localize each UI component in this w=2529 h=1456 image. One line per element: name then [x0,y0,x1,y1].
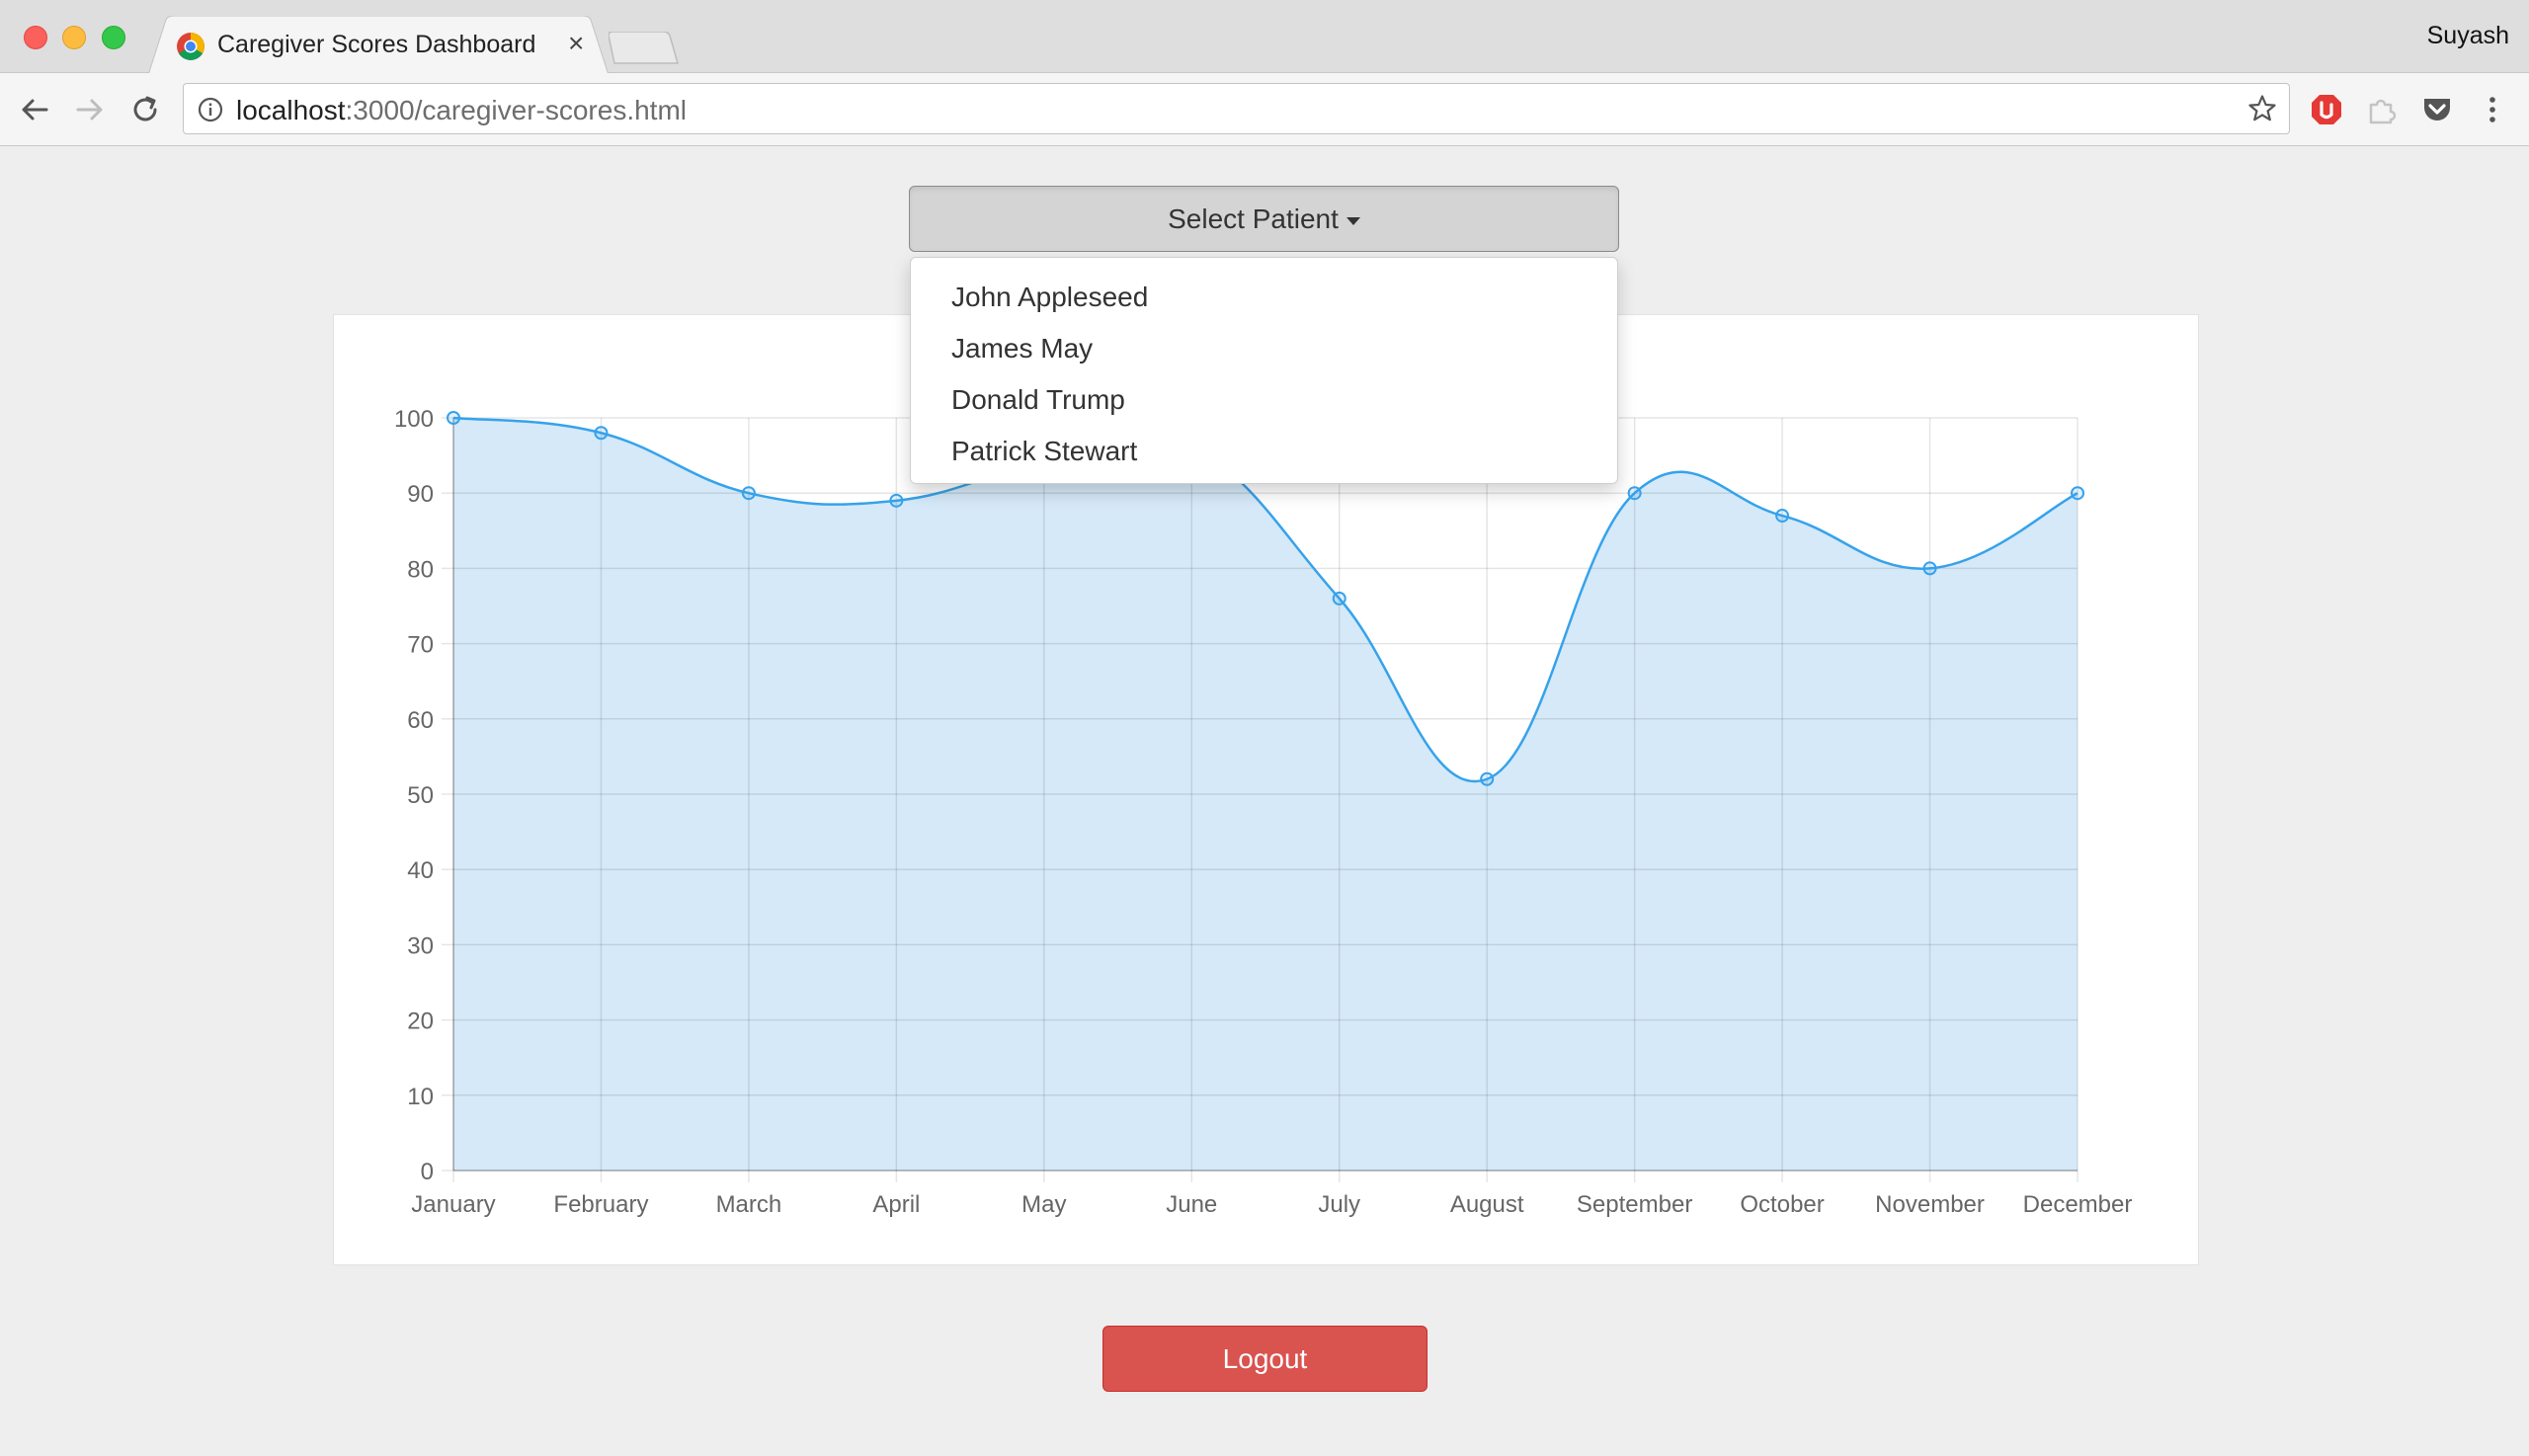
select-patient-label: Select Patient [1168,202,1339,234]
info-icon[interactable] [198,97,223,127]
x-tick-label: November [1875,1191,1985,1218]
x-tick-label: April [872,1191,920,1218]
patient-option-john-appleseed[interactable]: John Appleseed [911,272,1617,323]
patient-dropdown-menu: John Appleseed James May Donald Trump Pa… [910,257,1618,484]
y-tick-label: 50 [407,782,434,809]
data-point [447,411,460,425]
bookmark-star-icon[interactable] [2247,94,2277,128]
browser-titlebar: Caregiver Scores Dashboard × Suyash [0,0,2529,75]
y-tick-label: 90 [407,481,434,508]
data-point [1922,561,1937,576]
profile-name[interactable]: Suyash [2427,22,2509,50]
reload-icon[interactable] [126,91,164,128]
adblock-extension-icon[interactable] [2308,91,2345,128]
chrome-favicon-icon [176,32,205,61]
data-point [1332,591,1346,606]
y-tick-label: 100 [394,406,434,433]
forward-arrow-icon[interactable] [71,91,109,128]
pocket-extension-icon[interactable] [2418,91,2456,128]
data-point [889,493,904,508]
url-host: localhost [236,95,346,125]
puzzle-extension-icon[interactable] [2363,91,2401,128]
x-tick-label: July [1318,1191,1360,1218]
url-path: :3000/caregiver-scores.html [345,95,687,125]
y-tick-label: 0 [421,1159,434,1185]
patient-option-patrick-stewart[interactable]: Patrick Stewart [911,426,1617,477]
url-text: localhost:3000/caregiver-scores.html [236,95,687,126]
x-tick-label: October [1740,1191,1824,1218]
browser-tab[interactable]: Caregiver Scores Dashboard × [148,16,609,75]
x-tick-label: February [553,1191,648,1218]
chrome-menu-icon[interactable] [2474,91,2511,128]
data-point [594,426,609,441]
y-tick-label: 20 [407,1009,434,1035]
close-window-button[interactable] [24,26,47,49]
tab-title: Caregiver Scores Dashboard [217,31,536,58]
x-tick-label: March [716,1191,782,1218]
minimize-window-button[interactable] [62,26,86,49]
x-tick-label: December [2023,1191,2133,1218]
x-tick-label: August [1450,1191,1524,1218]
data-point [1775,509,1790,524]
y-tick-label: 10 [407,1084,434,1110]
x-tick-label: January [411,1191,495,1218]
logout-button[interactable]: Logout [1102,1326,1428,1392]
y-tick-label: 80 [407,556,434,583]
x-tick-label: May [1021,1191,1066,1218]
back-arrow-icon[interactable] [16,91,53,128]
y-tick-label: 60 [407,707,434,734]
new-tab-button[interactable] [609,32,680,65]
address-bar[interactable]: localhost:3000/caregiver-scores.html [183,83,2290,134]
caret-down-icon [1346,216,1360,225]
x-tick-label: June [1166,1191,1217,1218]
patient-option-james-may[interactable]: James May [911,323,1617,374]
y-tick-label: 40 [407,857,434,884]
maximize-window-button[interactable] [102,26,125,49]
x-tick-label: September [1577,1191,1692,1218]
browser-toolbar: localhost:3000/caregiver-scores.html [0,73,2529,146]
data-point [741,486,756,501]
data-point [1627,486,1642,501]
y-tick-label: 70 [407,632,434,659]
data-point [1480,771,1495,786]
tab-close-icon[interactable]: × [568,28,584,59]
y-tick-label: 30 [407,932,434,959]
select-patient-button[interactable]: Select Patient [909,186,1619,252]
data-point [2071,486,2084,501]
patient-option-donald-trump[interactable]: Donald Trump [911,374,1617,426]
